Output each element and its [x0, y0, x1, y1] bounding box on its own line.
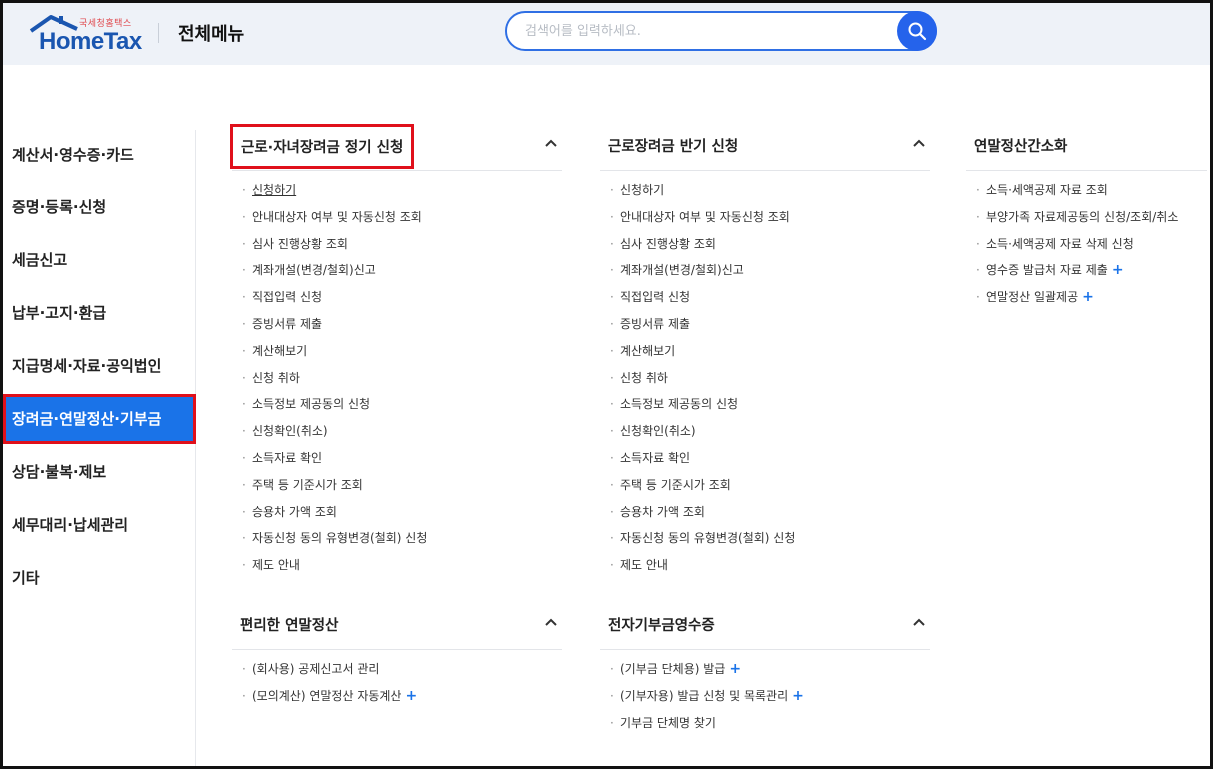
- nav-item-payment[interactable]: 납부·고지·환급: [3, 288, 196, 338]
- menu-item[interactable]: 제도 안내: [600, 557, 795, 584]
- nav-item-incentives[interactable]: 장려금·연말정산·기부금: [3, 394, 196, 444]
- expand-plus-icon[interactable]: +: [405, 688, 417, 704]
- menu-item[interactable]: 소득자료 확인: [600, 450, 795, 477]
- menu-item[interactable]: 신청 취하: [232, 370, 427, 397]
- side-nav: 계산서·영수증·카드 증명·등록·신청 세금신고 납부·고지·환급 지급명세·자…: [3, 130, 196, 766]
- nav-item-statements[interactable]: 지급명세·자료·공익법인: [3, 341, 196, 391]
- menu-item[interactable]: 기부금 단체명 찾기: [600, 715, 804, 742]
- section-menu-list: (기부금 단체용) 발급+ (기부자용) 발급 신청 및 목록관리+ 기부금 단…: [600, 661, 804, 741]
- nav-item-tax-filing[interactable]: 세금신고: [3, 235, 196, 285]
- section-title: 연말정산간소화: [974, 139, 1068, 155]
- menu-item[interactable]: 증빙서류 제출: [232, 316, 427, 343]
- expand-plus-icon[interactable]: +: [792, 688, 804, 704]
- menu-item[interactable]: 안내대상자 여부 및 자동신청 조회: [600, 209, 795, 236]
- chevron-up-icon[interactable]: [912, 138, 926, 148]
- expand-plus-icon[interactable]: +: [729, 661, 741, 677]
- menu-item[interactable]: 자동신청 동의 유형변경(철회) 신청: [600, 530, 795, 557]
- expand-plus-icon[interactable]: +: [1112, 262, 1124, 278]
- menu-item[interactable]: (기부자용) 발급 신청 및 목록관리+: [600, 688, 804, 715]
- section-title: 전자기부금영수증: [608, 618, 715, 634]
- menu-item[interactable]: 소득정보 제공동의 신청: [232, 396, 427, 423]
- menu-item[interactable]: 소득·세액공제 자료 조회: [966, 182, 1178, 209]
- section-header[interactable]: 근로·자녀장려금 정기 신청: [230, 121, 562, 171]
- search-button[interactable]: [897, 11, 937, 51]
- nav-item-receipts[interactable]: 계산서·영수증·카드: [3, 130, 196, 180]
- menu-item[interactable]: 소득자료 확인: [232, 450, 427, 477]
- menu-item[interactable]: 직접입력 신청: [600, 289, 795, 316]
- section-title: 근로·자녀장려금 정기 신청: [230, 124, 415, 169]
- section-menu-list: (회사용) 공제신고서 관리 (모의계산) 연말정산 자동계산+: [232, 661, 417, 715]
- search-icon: [908, 22, 927, 41]
- menu-item[interactable]: 주택 등 기준시가 조회: [600, 477, 795, 504]
- menu-item-apply[interactable]: 신청하기: [232, 182, 427, 209]
- menu-item[interactable]: 신청확인(취소): [232, 423, 427, 450]
- nav-item-certificates[interactable]: 증명·등록·신청: [3, 182, 196, 232]
- section-menu-list: 신청하기 안내대상자 여부 및 자동신청 조회 심사 진행상황 조회 계좌개설(…: [232, 182, 427, 584]
- menu-item[interactable]: 승용차 가액 조회: [600, 504, 795, 531]
- menu-item[interactable]: 증빙서류 제출: [600, 316, 795, 343]
- menu-item[interactable]: 소득·세액공제 자료 삭제 신청: [966, 236, 1178, 263]
- search-box: [505, 11, 937, 51]
- section-menu-list: 신청하기 안내대상자 여부 및 자동신청 조회 심사 진행상황 조회 계좌개설(…: [600, 182, 795, 584]
- chevron-up-icon[interactable]: [912, 617, 926, 627]
- section-title: 근로장려금 반기 신청: [608, 139, 739, 155]
- menu-item[interactable]: 소득정보 제공동의 신청: [600, 396, 795, 423]
- menu-item[interactable]: 신청하기: [600, 182, 795, 209]
- header-divider: [158, 23, 159, 43]
- nav-item-etc[interactable]: 기타: [3, 553, 196, 603]
- menu-item[interactable]: 직접입력 신청: [232, 289, 427, 316]
- menu-item[interactable]: 연말정산 일괄제공+: [966, 289, 1178, 316]
- section-header[interactable]: 근로장려금 반기 신청: [600, 121, 930, 171]
- menu-item[interactable]: 제도 안내: [232, 557, 427, 584]
- hometax-logo[interactable]: 국세청홈택스 HomeTax: [27, 11, 147, 55]
- nav-item-consultation[interactable]: 상담·불복·제보: [3, 447, 196, 497]
- menu-item[interactable]: (모의계산) 연말정산 자동계산+: [232, 688, 417, 715]
- menu-item[interactable]: 신청 취하: [600, 370, 795, 397]
- menu-item[interactable]: 주택 등 기준시가 조회: [232, 477, 427, 504]
- menu-item[interactable]: 승용차 가액 조회: [232, 504, 427, 531]
- nav-item-tax-agent[interactable]: 세무대리·납세관리: [3, 500, 196, 550]
- menu-item[interactable]: 신청확인(취소): [600, 423, 795, 450]
- menu-item[interactable]: 부양가족 자료제공동의 신청/조회/취소: [966, 209, 1178, 236]
- menu-item[interactable]: 계산해보기: [600, 343, 795, 370]
- section-title: 편리한 연말정산: [240, 618, 339, 634]
- section-header[interactable]: 편리한 연말정산: [232, 600, 562, 650]
- section-menu-list: 소득·세액공제 자료 조회 부양가족 자료제공동의 신청/조회/취소 소득·세액…: [966, 182, 1178, 316]
- menu-item[interactable]: 계좌개설(변경/철회)신고: [232, 262, 427, 289]
- menu-item[interactable]: (회사용) 공제신고서 관리: [232, 661, 417, 688]
- logo-text: HomeTax: [39, 28, 142, 55]
- top-header: 국세청홈택스 HomeTax 전체메뉴: [3, 3, 1210, 65]
- page-title: 전체메뉴: [178, 24, 245, 45]
- menu-item[interactable]: 영수증 발급처 자료 제출+: [966, 262, 1178, 289]
- menu-item[interactable]: 안내대상자 여부 및 자동신청 조회: [232, 209, 427, 236]
- chevron-up-icon[interactable]: [544, 617, 558, 627]
- section-header[interactable]: 전자기부금영수증: [600, 600, 930, 650]
- menu-item[interactable]: 계산해보기: [232, 343, 427, 370]
- menu-item[interactable]: 심사 진행상황 조회: [600, 236, 795, 263]
- menu-item[interactable]: (기부금 단체용) 발급+: [600, 661, 804, 688]
- menu-item[interactable]: 계좌개설(변경/철회)신고: [600, 262, 795, 289]
- menu-item[interactable]: 자동신청 동의 유형변경(철회) 신청: [232, 530, 427, 557]
- menu-item[interactable]: 심사 진행상황 조회: [232, 236, 427, 263]
- expand-plus-icon[interactable]: +: [1082, 289, 1094, 305]
- section-header[interactable]: 연말정산간소화: [966, 121, 1207, 171]
- search-input[interactable]: [525, 21, 885, 41]
- chevron-up-icon[interactable]: [544, 138, 558, 148]
